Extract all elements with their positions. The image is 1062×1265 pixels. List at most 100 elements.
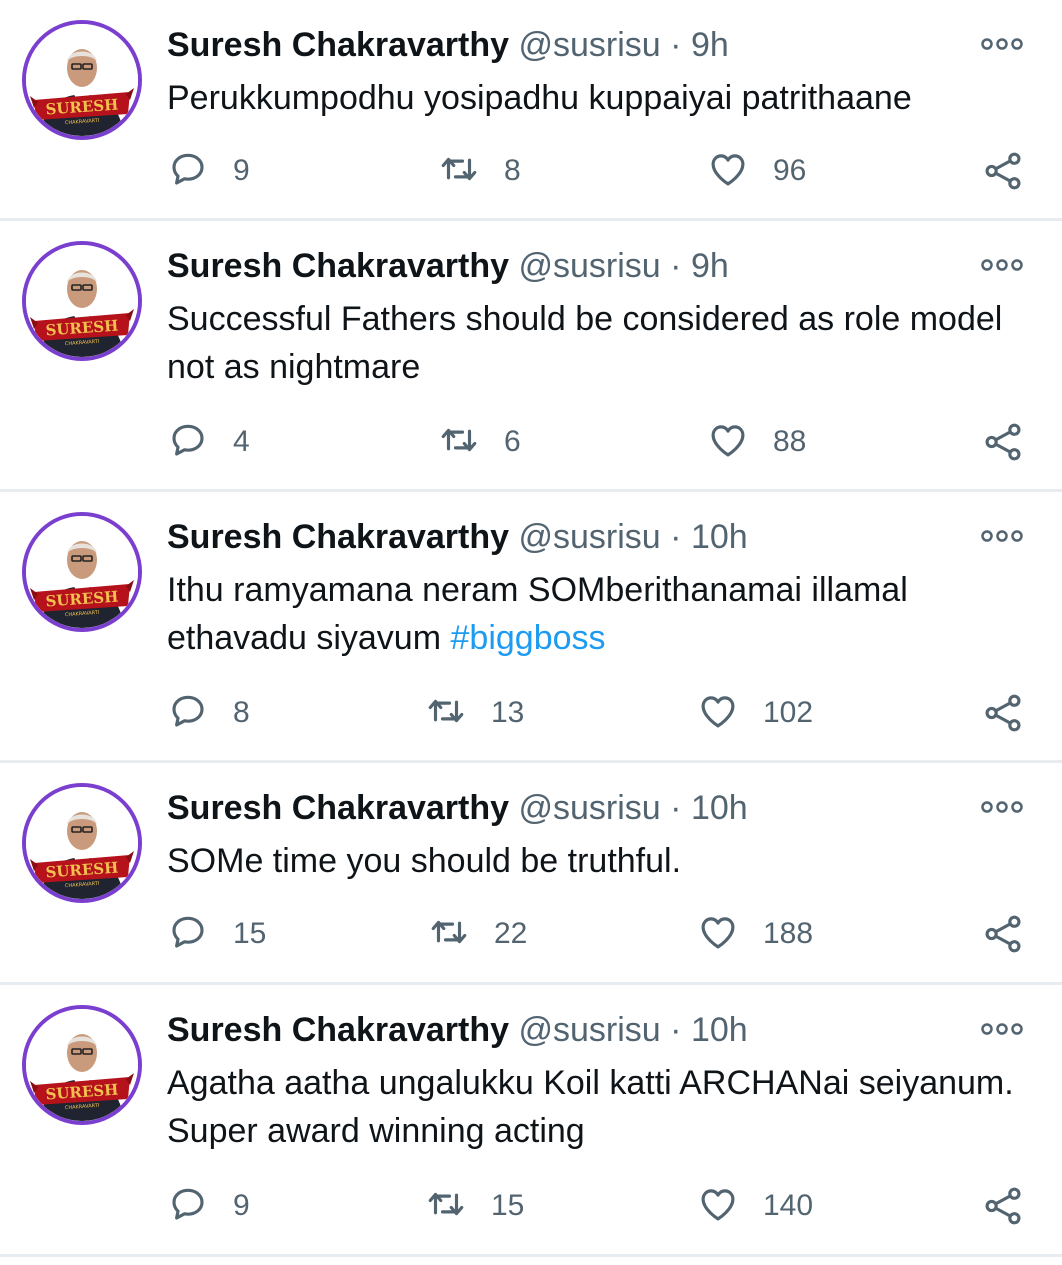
avatar[interactable]: SURESH CHAKRAVARTI <box>22 1005 142 1125</box>
share-button[interactable] <box>982 1185 1024 1232</box>
separator: · <box>670 1011 682 1049</box>
timestamp[interactable]: 9h <box>691 247 729 285</box>
share-button[interactable] <box>982 913 1024 960</box>
reply-icon <box>167 148 209 195</box>
like-count: 102 <box>763 696 814 729</box>
author-name[interactable]: Suresh Chakravarthy <box>167 26 509 64</box>
share-button[interactable] <box>982 692 1024 739</box>
reply-count: 9 <box>233 1189 250 1222</box>
like-count: 188 <box>763 917 814 950</box>
tweet-text: Ithu ramyamana neram SOMberithanamai ill… <box>167 566 1017 662</box>
retweet-count: 8 <box>504 154 521 187</box>
retweet-button[interactable]: 6 <box>438 417 521 467</box>
share-icon <box>982 1187 1024 1231</box>
tweet-actions: 9 15 140 <box>0 1181 1062 1231</box>
separator: · <box>670 789 682 827</box>
heart-icon <box>697 690 739 737</box>
reply-button[interactable]: 9 <box>167 146 250 196</box>
tweet-actions: 8 13 102 <box>0 688 1062 738</box>
tweet[interactable]: SURESH CHAKRAVARTI Suresh Chakravarthy @… <box>0 492 1062 763</box>
tweet[interactable]: SURESH CHAKRAVARTI Suresh Chakravarthy @… <box>0 985 1062 1257</box>
share-button[interactable] <box>982 150 1024 197</box>
more-options-icon[interactable] <box>980 34 1024 54</box>
tweet-actions: 4 6 88 <box>0 417 1062 467</box>
retweet-button[interactable]: 22 <box>428 909 527 959</box>
tweet-body: SOMe time you should be truthful. <box>167 842 682 880</box>
author-name[interactable]: Suresh Chakravarthy <box>167 789 509 827</box>
reply-icon <box>167 1183 209 1230</box>
retweet-count: 13 <box>491 696 525 729</box>
reply-count: 15 <box>233 917 267 950</box>
share-icon <box>982 694 1024 738</box>
tweet[interactable]: SURESH CHAKRAVARTI Suresh Chakravarthy @… <box>0 221 1062 492</box>
tweet[interactable]: SURESH CHAKRAVARTI Suresh Chakravarthy @… <box>0 0 1062 221</box>
timestamp[interactable]: 10h <box>691 789 748 827</box>
like-button[interactable]: 140 <box>697 1181 813 1231</box>
reply-button[interactable]: 9 <box>167 1181 250 1231</box>
retweet-icon <box>438 419 480 466</box>
share-icon <box>982 152 1024 196</box>
heart-icon <box>707 148 749 195</box>
retweet-button[interactable]: 15 <box>425 1181 524 1231</box>
separator: · <box>670 26 682 64</box>
avatar[interactable]: SURESH CHAKRAVARTI <box>22 20 142 140</box>
like-count: 140 <box>763 1189 814 1222</box>
author-handle[interactable]: @susrisu <box>519 247 661 285</box>
author-handle[interactable]: @susrisu <box>519 518 661 556</box>
more-options-icon[interactable] <box>980 797 1024 817</box>
retweet-icon <box>428 911 470 958</box>
like-button[interactable]: 188 <box>697 909 813 959</box>
reply-count: 8 <box>233 696 250 729</box>
more-options-icon[interactable] <box>980 255 1024 275</box>
timestamp[interactable]: 9h <box>691 26 729 64</box>
author-handle[interactable]: @susrisu <box>519 26 661 64</box>
heart-icon <box>697 1183 739 1230</box>
reply-icon <box>167 911 209 958</box>
tweet-header: Suresh Chakravarthy @susrisu · 10h <box>167 1007 748 1053</box>
reply-button[interactable]: 8 <box>167 688 250 738</box>
more-options-icon[interactable] <box>980 526 1024 546</box>
share-icon <box>982 915 1024 959</box>
heart-icon <box>707 419 749 466</box>
tweet-actions: 9 8 96 <box>0 146 1062 196</box>
author-name[interactable]: Suresh Chakravarthy <box>167 518 509 556</box>
avatar[interactable]: SURESH CHAKRAVARTI <box>22 241 142 361</box>
reply-button[interactable]: 15 <box>167 909 266 959</box>
retweet-button[interactable]: 8 <box>438 146 521 196</box>
avatar[interactable]: SURESH CHAKRAVARTI <box>22 512 142 632</box>
share-icon <box>982 423 1024 467</box>
retweet-button[interactable]: 13 <box>425 688 524 738</box>
tweet-header: Suresh Chakravarthy @susrisu · 10h <box>167 785 748 831</box>
hashtag-link[interactable]: #biggboss <box>451 619 606 657</box>
separator: · <box>670 518 682 556</box>
more-options-icon[interactable] <box>980 1019 1024 1039</box>
reply-count: 4 <box>233 425 250 458</box>
timestamp[interactable]: 10h <box>691 1011 748 1049</box>
timestamp[interactable]: 10h <box>691 518 748 556</box>
like-button[interactable]: 102 <box>697 688 813 738</box>
tweet-body: Agatha aatha ungalukku Koil katti ARCHAN… <box>167 1064 1014 1150</box>
separator: · <box>670 247 682 285</box>
retweet-icon <box>438 148 480 195</box>
retweet-count: 22 <box>494 917 528 950</box>
author-name[interactable]: Suresh Chakravarthy <box>167 1011 509 1049</box>
like-button[interactable]: 96 <box>707 146 806 196</box>
tweet-body: Successful Fathers should be considered … <box>167 300 1003 386</box>
retweet-icon <box>425 1183 467 1230</box>
tweet-header: Suresh Chakravarthy @susrisu · 9h <box>167 243 729 289</box>
reply-button[interactable]: 4 <box>167 417 250 467</box>
author-handle[interactable]: @susrisu <box>519 1011 661 1049</box>
reply-count: 9 <box>233 154 250 187</box>
like-button[interactable]: 88 <box>707 417 806 467</box>
tweet-body: Perukkumpodhu yosipadhu kuppaiyai patrit… <box>167 79 912 117</box>
tweet-actions: 15 22 188 <box>0 909 1062 959</box>
share-button[interactable] <box>982 421 1024 468</box>
retweet-count: 6 <box>504 425 521 458</box>
author-name[interactable]: Suresh Chakravarthy <box>167 247 509 285</box>
author-handle[interactable]: @susrisu <box>519 789 661 827</box>
avatar[interactable]: SURESH CHAKRAVARTI <box>22 783 142 903</box>
tweet-text: Successful Fathers should be considered … <box>167 295 1017 391</box>
tweet[interactable]: SURESH CHAKRAVARTI Suresh Chakravarthy @… <box>0 763 1062 985</box>
reply-icon <box>167 690 209 737</box>
retweet-count: 15 <box>491 1189 525 1222</box>
